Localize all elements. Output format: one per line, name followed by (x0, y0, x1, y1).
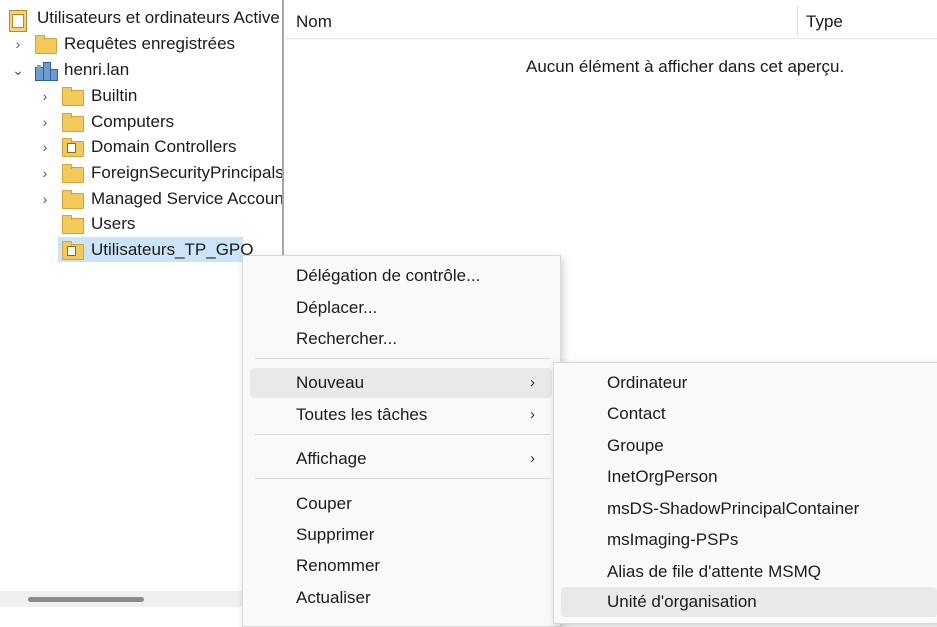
submenu-item-inetorgperson[interactable]: InetOrgPerson (554, 462, 937, 492)
tree-item-builtin[interactable]: › Builtin (38, 84, 279, 108)
menu-item-label: Actualiser (296, 588, 371, 607)
ou-folder-icon (62, 241, 84, 260)
horizontal-scrollbar[interactable] (0, 591, 282, 607)
tree-root-node[interactable]: Utilisateurs et ordinateurs Active (9, 6, 280, 32)
folder-icon (62, 215, 84, 234)
folder-icon (62, 190, 84, 209)
menu-item-label: Nouveau (296, 373, 365, 392)
column-divider[interactable] (797, 6, 798, 36)
menu-item-rechercher[interactable]: Rechercher... (243, 324, 560, 354)
submenu-item-ordinateur[interactable]: Ordinateur (554, 368, 937, 398)
tree-item-henri-lan[interactable]: ⌄ henri.lan (11, 58, 279, 82)
chevron-down-icon[interactable]: ⌄ (11, 58, 25, 82)
chevron-right-icon[interactable]: › (38, 110, 52, 134)
tree-item-computers[interactable]: › Computers (38, 110, 279, 134)
menu-item-label: Contact (607, 404, 666, 423)
menu-item-label: msImaging-PSPs (607, 530, 739, 549)
tree-item-label: Builtin (91, 86, 138, 105)
menu-item-label: Rechercher... (296, 329, 398, 348)
menu-item-label: Affichage (296, 449, 367, 468)
menu-separator (255, 434, 550, 435)
folder-icon (35, 35, 57, 54)
tree-item-label: Computers (91, 112, 175, 131)
menu-item-delegation[interactable]: Délégation de contrôle... (243, 261, 560, 291)
tree-item-domain-controllers[interactable]: › Domain Controllers (38, 135, 279, 159)
tree-item-label: Requêtes enregistrées (64, 34, 236, 53)
tree-item-label: henri.lan (64, 60, 130, 79)
tree-item-label: Utilisateurs_TP_GPO (91, 240, 254, 259)
menu-separator (255, 358, 550, 359)
menu-item-label: Supprimer (296, 525, 375, 544)
folder-icon (62, 113, 84, 132)
tree-item-users[interactable]: Users (38, 212, 279, 236)
chevron-right-icon[interactable]: › (11, 32, 25, 56)
list-header: Nom Type (285, 0, 937, 39)
menu-item-couper[interactable]: Couper (243, 489, 560, 519)
menu-item-nouveau[interactable]: Nouveau › (250, 368, 552, 398)
menu-item-label: msDS-ShadowPrincipalContainer (607, 499, 860, 518)
menu-item-label: Toutes les tâches (296, 405, 428, 424)
menu-item-label: Couper (296, 494, 352, 513)
tree-item-requetes-enregistrees[interactable]: › Requêtes enregistrées (11, 32, 279, 56)
column-header-type[interactable]: Type (806, 12, 843, 32)
submenu-item-alias-msmq[interactable]: Alias de file d'attente MSMQ (554, 557, 937, 587)
ou-folder-icon (62, 138, 84, 157)
tree-item-label: ForeignSecurityPrincipals (91, 163, 284, 182)
chevron-right-icon[interactable]: › (38, 187, 52, 211)
menu-item-label: Groupe (607, 436, 664, 455)
chevron-right-icon[interactable]: › (38, 161, 52, 185)
tree-root-label: Utilisateurs et ordinateurs Active (37, 8, 280, 27)
submenu-item-contact[interactable]: Contact (554, 399, 937, 429)
tree-item-label: Domain Controllers (91, 137, 237, 156)
menu-item-affichage[interactable]: Affichage › (243, 444, 560, 474)
menu-item-label: InetOrgPerson (607, 467, 718, 486)
menu-item-label: Alias de file d'attente MSMQ (607, 562, 821, 581)
chevron-right-icon[interactable]: › (38, 135, 52, 159)
column-header-nom[interactable]: Nom (296, 12, 332, 32)
empty-list-message: Aucun élément à afficher dans cet aperçu… (526, 57, 845, 76)
menu-item-supprimer[interactable]: Supprimer (243, 520, 560, 550)
menu-item-actualiser[interactable]: Actualiser (243, 583, 560, 613)
submenu-item-groupe[interactable]: Groupe (554, 431, 937, 461)
chevron-right-icon: › (530, 406, 535, 423)
tree-item-foreign-security-principals[interactable]: › ForeignSecurityPrincipals (38, 161, 282, 185)
chevron-right-icon[interactable]: › (38, 84, 52, 108)
tree-item-label: Users (91, 214, 136, 233)
menu-item-label: Renommer (296, 556, 381, 575)
folder-icon (62, 87, 84, 106)
chevron-right-icon: › (530, 450, 535, 467)
tree-item-managed-service-accounts[interactable]: › Managed Service Accoun (38, 187, 282, 211)
menu-separator (255, 478, 550, 479)
menu-item-label: Déplacer... (296, 298, 378, 317)
scrollbar-thumb[interactable] (28, 597, 144, 602)
menu-item-deplacer[interactable]: Déplacer... (243, 293, 560, 323)
chevron-right-icon: › (530, 374, 535, 391)
menu-item-label: Unité d'organisation (607, 592, 757, 611)
menu-item-toutes-les-taches[interactable]: Toutes les tâches › (243, 400, 560, 430)
menu-item-label: Délégation de contrôle... (296, 266, 481, 285)
submenu-item-unite-organisation[interactable]: Unité d'organisation (561, 587, 937, 617)
aduc-root-icon (9, 9, 29, 32)
submenu-item-msimaging-psps[interactable]: msImaging-PSPs (554, 525, 937, 555)
submenu-item-msds-shadowprincipalcontainer[interactable]: msDS-ShadowPrincipalContainer (554, 494, 937, 524)
domain-icon (35, 61, 58, 81)
menu-item-label: Ordinateur (607, 373, 688, 392)
menu-item-renommer[interactable]: Renommer (243, 551, 560, 581)
folder-icon (62, 164, 84, 183)
tree-item-label: Managed Service Accoun (91, 189, 284, 208)
nouveau-submenu: Ordinateur Contact Groupe InetOrgPerson … (553, 362, 937, 624)
context-menu: Délégation de contrôle... Déplacer... Re… (242, 255, 561, 627)
